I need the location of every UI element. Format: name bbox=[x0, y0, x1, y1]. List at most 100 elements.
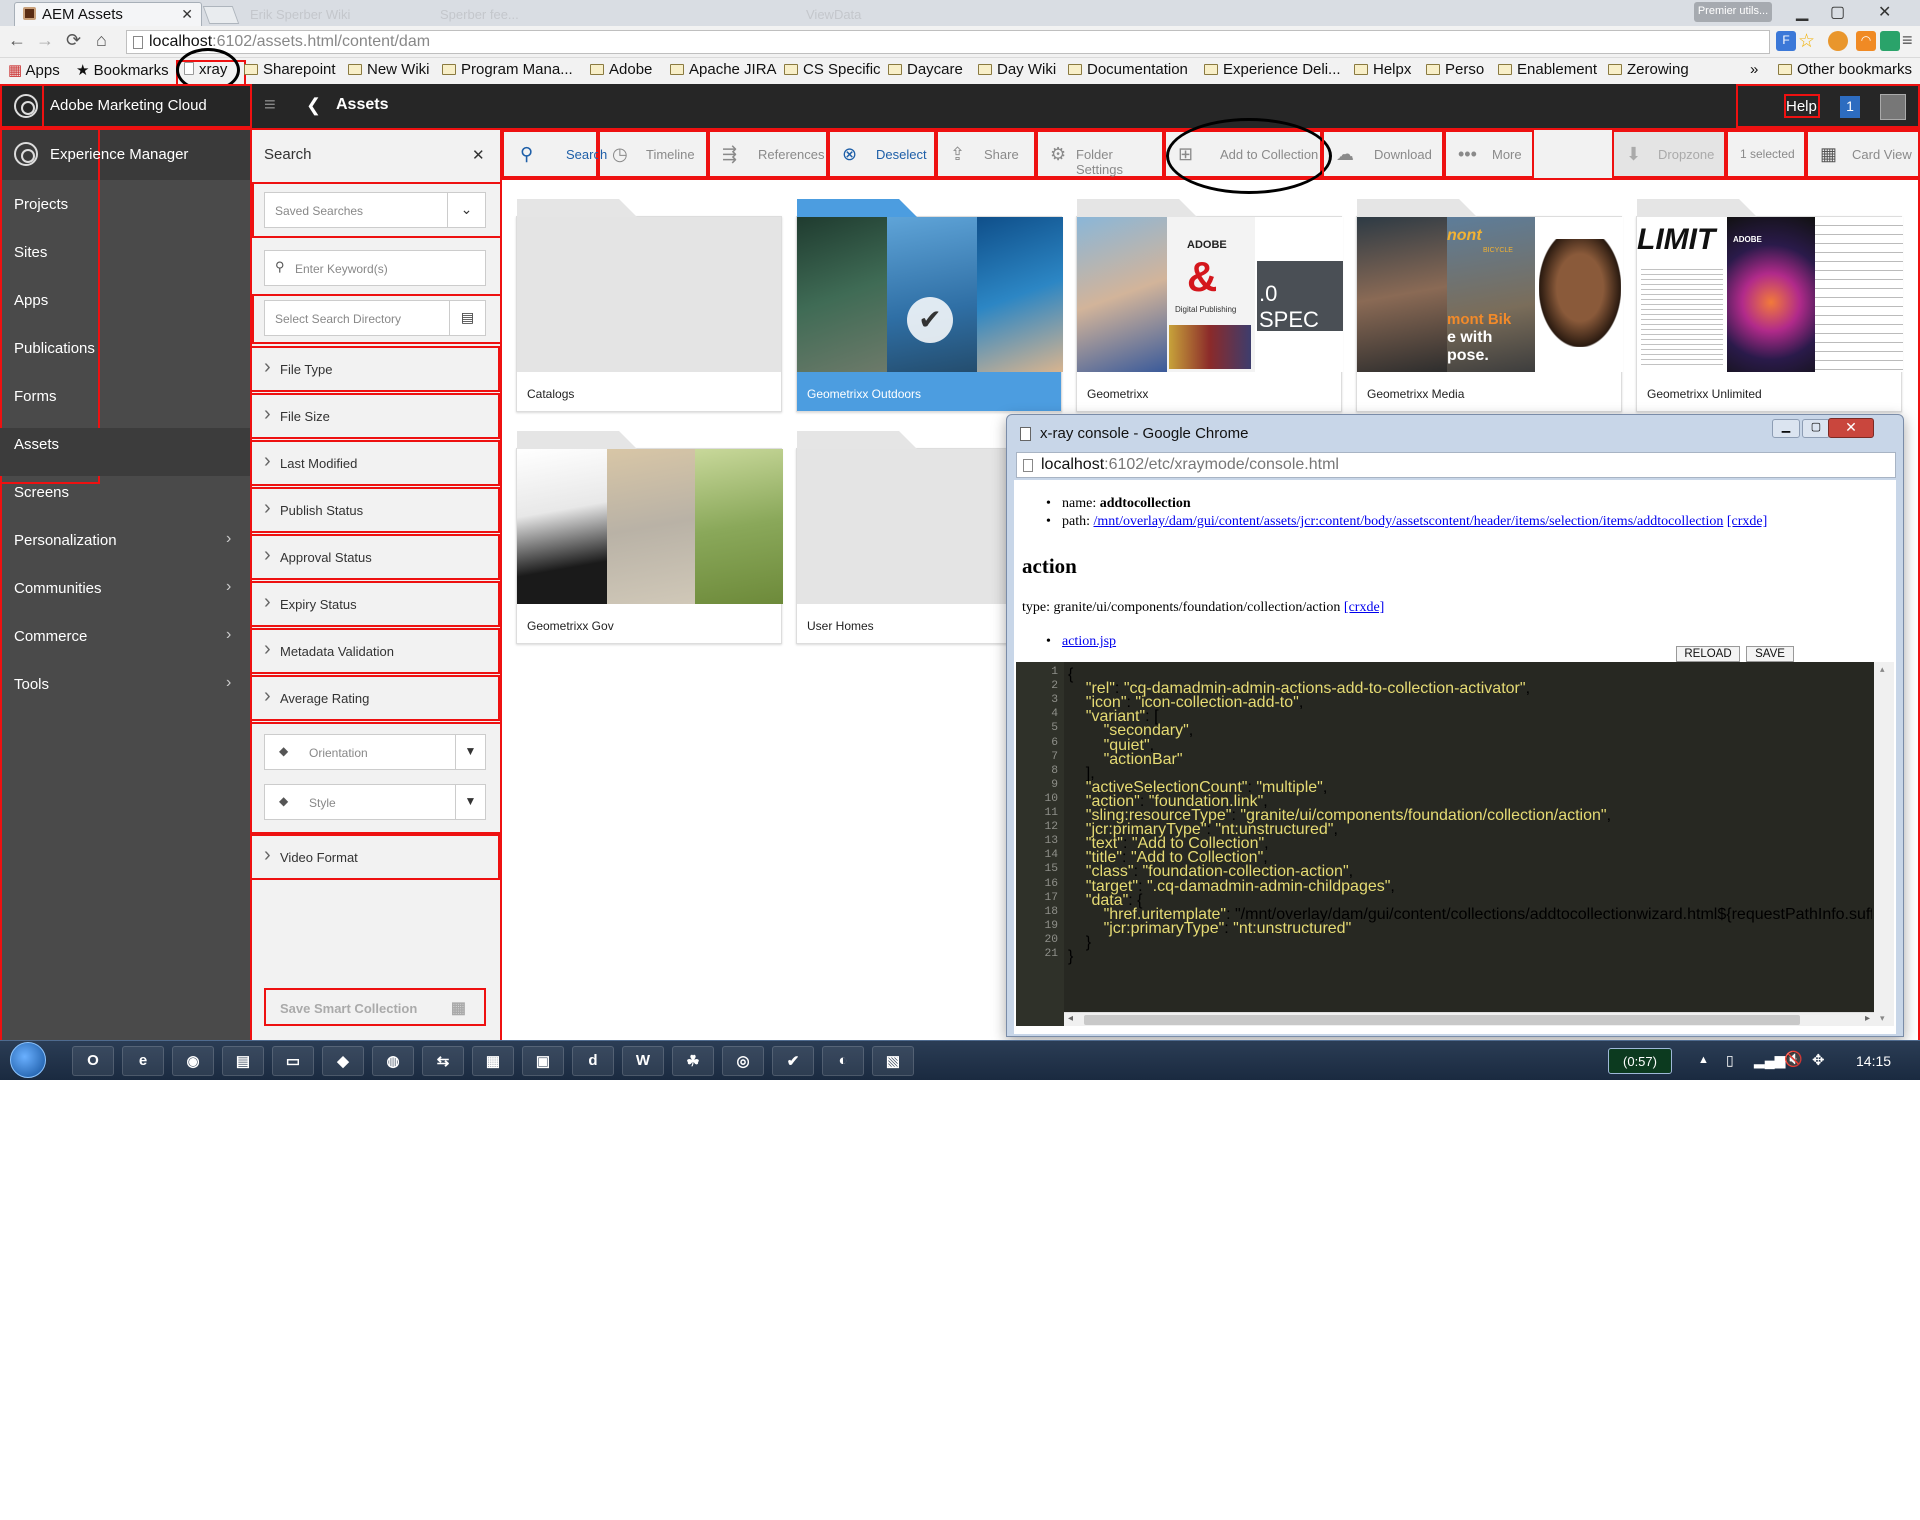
bookmark-day-wiki[interactable]: Day Wiki bbox=[978, 61, 1056, 78]
folder-card-user-homes[interactable]: User Homes bbox=[796, 431, 1008, 644]
extension-green-icon[interactable] bbox=[1880, 31, 1900, 51]
taskbar-app-icon[interactable]: ▣ bbox=[522, 1046, 564, 1076]
filter-expiry-status[interactable]: Expiry Status bbox=[250, 581, 500, 627]
card-view-button[interactable]: ▦ Card View bbox=[1806, 130, 1920, 178]
url-field[interactable]: localhost:6102/assets.html/content/dam bbox=[126, 30, 1770, 54]
nav-item-apps[interactable]: Apps bbox=[14, 292, 48, 309]
search-button[interactable]: ⚲ Search bbox=[502, 130, 607, 178]
scrollbar-thumb[interactable] bbox=[1084, 1015, 1800, 1025]
folder-card-geometrixx-unlimited[interactable]: LIMIT ADOBE Geometrixx Unlimited bbox=[1636, 199, 1903, 412]
popup-maximize-icon[interactable]: ▢ bbox=[1802, 419, 1830, 438]
taskbar-app-icon[interactable]: ◐ bbox=[822, 1046, 864, 1076]
nav-item-tools[interactable]: Tools bbox=[14, 676, 49, 693]
horizontal-scrollbar[interactable]: ◂ ▸ bbox=[1064, 1012, 1874, 1026]
scroll-right-icon[interactable]: ▸ bbox=[1865, 1013, 1870, 1024]
taskbar-app-icon[interactable]: ✔ bbox=[772, 1046, 814, 1076]
window-minimize-icon[interactable]: ▁ bbox=[1796, 2, 1808, 22]
rss-icon[interactable]: ◠ bbox=[1856, 31, 1876, 51]
taskbar-app-icon[interactable]: W bbox=[622, 1046, 664, 1076]
popup-close-icon[interactable]: ✕ bbox=[1828, 418, 1874, 438]
back-icon[interactable]: ← bbox=[8, 30, 26, 51]
filter-video-format[interactable]: Video Format bbox=[250, 834, 500, 880]
nav-item-screens[interactable]: Screens bbox=[14, 484, 69, 501]
chrome-menu-icon[interactable]: ≡ bbox=[1902, 30, 1913, 51]
scroll-left-icon[interactable]: ◂ bbox=[1068, 1013, 1073, 1024]
taskbar-app-icon[interactable]: d bbox=[572, 1046, 614, 1076]
search-directory-field[interactable]: Select Search Directory ▤ bbox=[264, 300, 486, 336]
reload-button[interactable]: RELOAD bbox=[1676, 646, 1740, 662]
taskbar-app-icon[interactable]: ⇆ bbox=[422, 1046, 464, 1076]
battery-icon[interactable]: ▯ bbox=[1726, 1052, 1734, 1069]
bookmark-new-wiki[interactable]: New Wiki bbox=[348, 61, 430, 78]
dropzone-button[interactable]: ⬇ Dropzone bbox=[1612, 130, 1726, 178]
folder-card-geometrixx-outdoors[interactable]: ✔ Geometrixx Outdoors bbox=[796, 199, 1063, 412]
share-button[interactable]: ⇪ Share bbox=[936, 130, 1036, 178]
help-link[interactable]: Help bbox=[1786, 98, 1817, 115]
nav-item-sites[interactable]: Sites bbox=[14, 244, 47, 261]
save-smart-collection-button[interactable]: Save Smart Collection ▦ bbox=[264, 988, 486, 1026]
taskbar-app-icon[interactable]: O bbox=[72, 1046, 114, 1076]
nav-item-personalization[interactable]: Personalization bbox=[14, 532, 117, 549]
taskbar-app-icon[interactable]: e bbox=[122, 1046, 164, 1076]
caret-down-icon[interactable]: ▼ bbox=[455, 735, 485, 769]
path-link[interactable]: /mnt/overlay/dam/gui/content/assets/jcr:… bbox=[1094, 514, 1724, 529]
forward-icon[interactable]: → bbox=[36, 30, 54, 51]
windows-start-icon[interactable] bbox=[10, 1042, 46, 1078]
extension-cookie-icon[interactable] bbox=[1828, 31, 1848, 51]
scroll-up-icon[interactable]: ▴ bbox=[1880, 664, 1885, 675]
path-crxde-link[interactable]: [crxde] bbox=[1727, 514, 1767, 529]
saved-searches-select[interactable]: Saved Searches ⌄ bbox=[264, 192, 486, 228]
window-maximize-icon[interactable]: ▢ bbox=[1830, 2, 1845, 22]
timeline-button[interactable]: ◷ Timeline bbox=[598, 130, 708, 178]
bookmark-daycare[interactable]: Daycare bbox=[888, 61, 963, 78]
home-icon[interactable]: ⌂ bbox=[96, 30, 107, 51]
bookmark-adobe[interactable]: Adobe bbox=[590, 61, 652, 78]
style-select[interactable]: ◆ Style ▼ bbox=[264, 784, 486, 820]
filter-file-size[interactable]: File Size bbox=[250, 393, 500, 439]
bookmark-experience-deli[interactable]: Experience Deli... bbox=[1204, 61, 1341, 78]
taskbar-app-icon[interactable]: ▭ bbox=[272, 1046, 314, 1076]
scroll-down-icon[interactable]: ▾ bbox=[1880, 1013, 1885, 1024]
reload-icon[interactable]: ⟳ bbox=[66, 30, 81, 51]
nav-item-communities[interactable]: Communities bbox=[14, 580, 102, 597]
taskbar-app-icon[interactable]: ▦ bbox=[472, 1046, 514, 1076]
bookmark-apps[interactable]: ▦ Apps bbox=[8, 61, 60, 79]
search-input[interactable]: ⚲ Enter Keyword(s) bbox=[264, 250, 486, 286]
action-jsp-link[interactable]: action.jsp bbox=[1062, 634, 1116, 650]
hamburger-icon[interactable]: ≡ bbox=[264, 94, 276, 117]
chevron-down-icon[interactable]: ⌄ bbox=[447, 193, 485, 227]
filter-approval-status[interactable]: Approval Status bbox=[250, 534, 500, 580]
vertical-scrollbar[interactable]: ▴ ▾ bbox=[1874, 662, 1894, 1026]
deselect-button[interactable]: ⊗ Deselect bbox=[828, 130, 936, 178]
caret-down-icon[interactable]: ▼ bbox=[455, 785, 485, 819]
folder-card-geometrixx-media[interactable]: nont BICYCLE mont Bik e with pose. Geome… bbox=[1356, 199, 1623, 412]
taskbar-app-icon[interactable]: ◉ bbox=[172, 1046, 214, 1076]
profile-button[interactable]: Premier utils... bbox=[1694, 2, 1772, 22]
filter-metadata-validation[interactable]: Metadata Validation bbox=[250, 628, 500, 674]
references-button[interactable]: ⇶ References bbox=[708, 130, 828, 178]
notification-badge[interactable]: 1 bbox=[1840, 96, 1860, 118]
timer-widget[interactable]: (0:57) bbox=[1608, 1048, 1672, 1074]
folder-browse-icon[interactable]: ▤ bbox=[449, 301, 485, 335]
new-tab-button[interactable] bbox=[202, 6, 240, 24]
popup-url-field[interactable]: localhost:6102/etc/xraymode/console.html bbox=[1016, 452, 1896, 478]
tab-close-icon[interactable]: ✕ bbox=[181, 6, 193, 23]
nav-item-projects[interactable]: Projects bbox=[14, 196, 68, 213]
taskbar-app-icon[interactable]: ▧ bbox=[872, 1046, 914, 1076]
nav-item-commerce[interactable]: Commerce bbox=[14, 628, 87, 645]
filter-file-type[interactable]: File Type bbox=[250, 346, 500, 392]
close-icon[interactable]: ✕ bbox=[472, 146, 485, 164]
filter-average-rating[interactable]: Average Rating bbox=[250, 675, 500, 721]
orientation-select[interactable]: ◆ Orientation ▼ bbox=[264, 734, 486, 770]
folder-card-catalogs[interactable]: Catalogs bbox=[516, 199, 782, 412]
adobe-logo-icon[interactable] bbox=[14, 94, 38, 118]
nav-item-assets[interactable]: Assets bbox=[14, 436, 59, 453]
popup-minimize-icon[interactable]: ▁ bbox=[1772, 419, 1800, 438]
type-crxde-link[interactable]: [crxde] bbox=[1344, 600, 1384, 615]
bookmark-sharepoint[interactable]: Sharepoint bbox=[244, 61, 336, 78]
extension-f-icon[interactable]: F bbox=[1776, 31, 1796, 51]
nav-item-forms[interactable]: Forms bbox=[14, 388, 57, 405]
bookmark-star-icon[interactable]: ☆ bbox=[1798, 30, 1815, 53]
bookmarks-overflow-icon[interactable]: » bbox=[1750, 61, 1758, 78]
clock[interactable]: 14:15 bbox=[1856, 1053, 1891, 1069]
